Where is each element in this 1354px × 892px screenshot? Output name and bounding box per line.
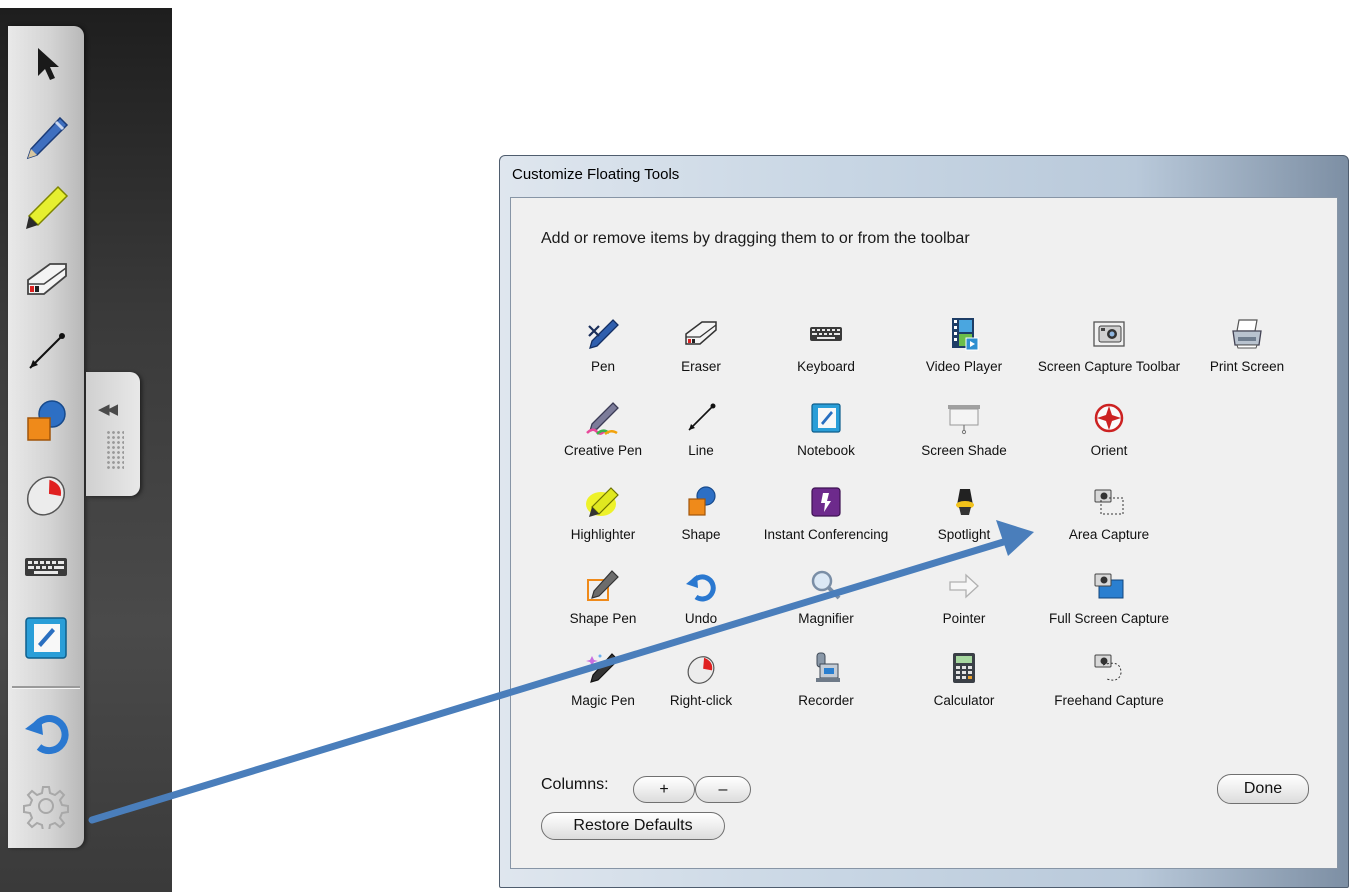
tool-label: Shape (681, 527, 721, 542)
toolbar-keyboard-button[interactable] (14, 536, 78, 600)
tool-label: Undo (684, 611, 718, 626)
full-screen-capture-icon (1094, 573, 1124, 599)
magnifier-icon (811, 570, 841, 600)
pointer-arrow-icon (949, 573, 979, 599)
toolbar-collapse-handle[interactable]: ◀◀ (86, 372, 140, 496)
line-icon (29, 333, 65, 369)
eraser-icon (27, 263, 67, 295)
right-click-icon (26, 476, 66, 516)
printer-icon (1232, 319, 1262, 349)
plus-icon: + (659, 780, 669, 798)
highlighter-icon (26, 185, 69, 229)
tool-label: Full Screen Capture (1048, 611, 1170, 626)
screen-shade-icon (948, 405, 980, 435)
toolbar-shape-button[interactable] (14, 390, 78, 454)
toolbar-pen-button[interactable] (14, 106, 78, 170)
undo-icon (25, 715, 69, 755)
tool-label: Orient (1090, 443, 1128, 458)
toolbar-right-click-button[interactable] (14, 462, 78, 526)
tool-label: Magnifier (798, 611, 854, 626)
tool-label: Freehand Capture (1054, 693, 1164, 708)
pen-icon (26, 116, 69, 160)
tool-label: Line (688, 443, 714, 458)
restore-defaults-button[interactable]: Restore Defaults (541, 812, 725, 840)
tool-label: Video Player (925, 359, 1003, 374)
tool-label: Keyboard (797, 359, 855, 374)
tool-label: Recorder (798, 693, 854, 708)
columns-add-button[interactable]: + (633, 776, 695, 803)
toolbar-eraser-button[interactable] (14, 248, 78, 312)
floating-toolbar (8, 26, 84, 848)
shape-icon (27, 400, 66, 441)
select-arrow-icon (38, 48, 59, 80)
dialog-content: Add or remove items by dragging them to … (510, 197, 1338, 869)
undo-icon (686, 574, 716, 602)
instructions-text: Add or remove items by dragging them to … (541, 230, 970, 247)
keyboard-icon (810, 327, 842, 341)
right-click-icon (687, 656, 715, 684)
restore-defaults-label: Restore Defaults (573, 817, 693, 834)
toolbar-settings-button[interactable] (14, 774, 78, 838)
tool-print-screen[interactable]: Print Screen (1157, 314, 1337, 374)
calculator-icon (953, 653, 975, 683)
tool-label: Calculator (933, 693, 995, 708)
tool-label: Notebook (797, 443, 855, 458)
tool-label: Instant Conferencing (763, 527, 889, 542)
area-capture-icon (1094, 489, 1124, 515)
toolbar-select-button[interactable] (14, 32, 78, 96)
tool-label: Screen Shade (921, 443, 1007, 458)
spotlight-icon (956, 489, 974, 515)
notebook-icon (25, 617, 67, 659)
done-button[interactable]: Done (1217, 774, 1309, 804)
recorder-icon (816, 652, 840, 682)
tool-label: Right-click (669, 693, 733, 708)
tool-label: Print Screen (1209, 359, 1285, 374)
camera-icon (1093, 321, 1125, 347)
columns-label: Columns: (541, 776, 609, 793)
toolbar-separator (12, 686, 80, 689)
video-player-icon (952, 318, 979, 351)
tool-full-screen-capture[interactable]: Full Screen Capture (1019, 566, 1199, 626)
tool-label: Spotlight (937, 527, 991, 542)
toolbar-highlighter-button[interactable] (14, 176, 78, 240)
toolbar-undo-button[interactable] (14, 700, 78, 764)
minus-icon: – (718, 780, 728, 798)
tool-label: Eraser (681, 359, 721, 374)
tool-area-capture[interactable]: Area Capture (1019, 482, 1199, 542)
line-icon (688, 403, 716, 431)
drag-grip[interactable] (106, 430, 124, 470)
tool-label: Pointer (942, 611, 986, 626)
freehand-capture-icon (1094, 654, 1122, 681)
eraser-icon (685, 321, 717, 345)
dialog-title: Customize Floating Tools (512, 166, 680, 183)
shape-icon (688, 486, 716, 516)
keyboard-icon (25, 558, 67, 576)
customize-floating-tools-dialog: Customize Floating Tools Add or remove i… (499, 155, 1349, 888)
gear-icon (23, 786, 69, 829)
toolbar-line-button[interactable] (14, 320, 78, 384)
done-label: Done (1243, 780, 1283, 797)
collapse-arrows-icon: ◀◀ (98, 401, 118, 418)
orient-icon (1094, 403, 1124, 433)
notebook-icon (811, 403, 841, 433)
conferencing-icon (811, 487, 841, 517)
toolbar-notebook-button[interactable] (14, 606, 78, 670)
tool-orient[interactable]: Orient (1019, 398, 1199, 458)
tool-freehand-capture[interactable]: Freehand Capture (1019, 648, 1199, 708)
tool-label: Area Capture (1068, 527, 1150, 542)
columns-remove-button[interactable]: – (695, 776, 751, 803)
